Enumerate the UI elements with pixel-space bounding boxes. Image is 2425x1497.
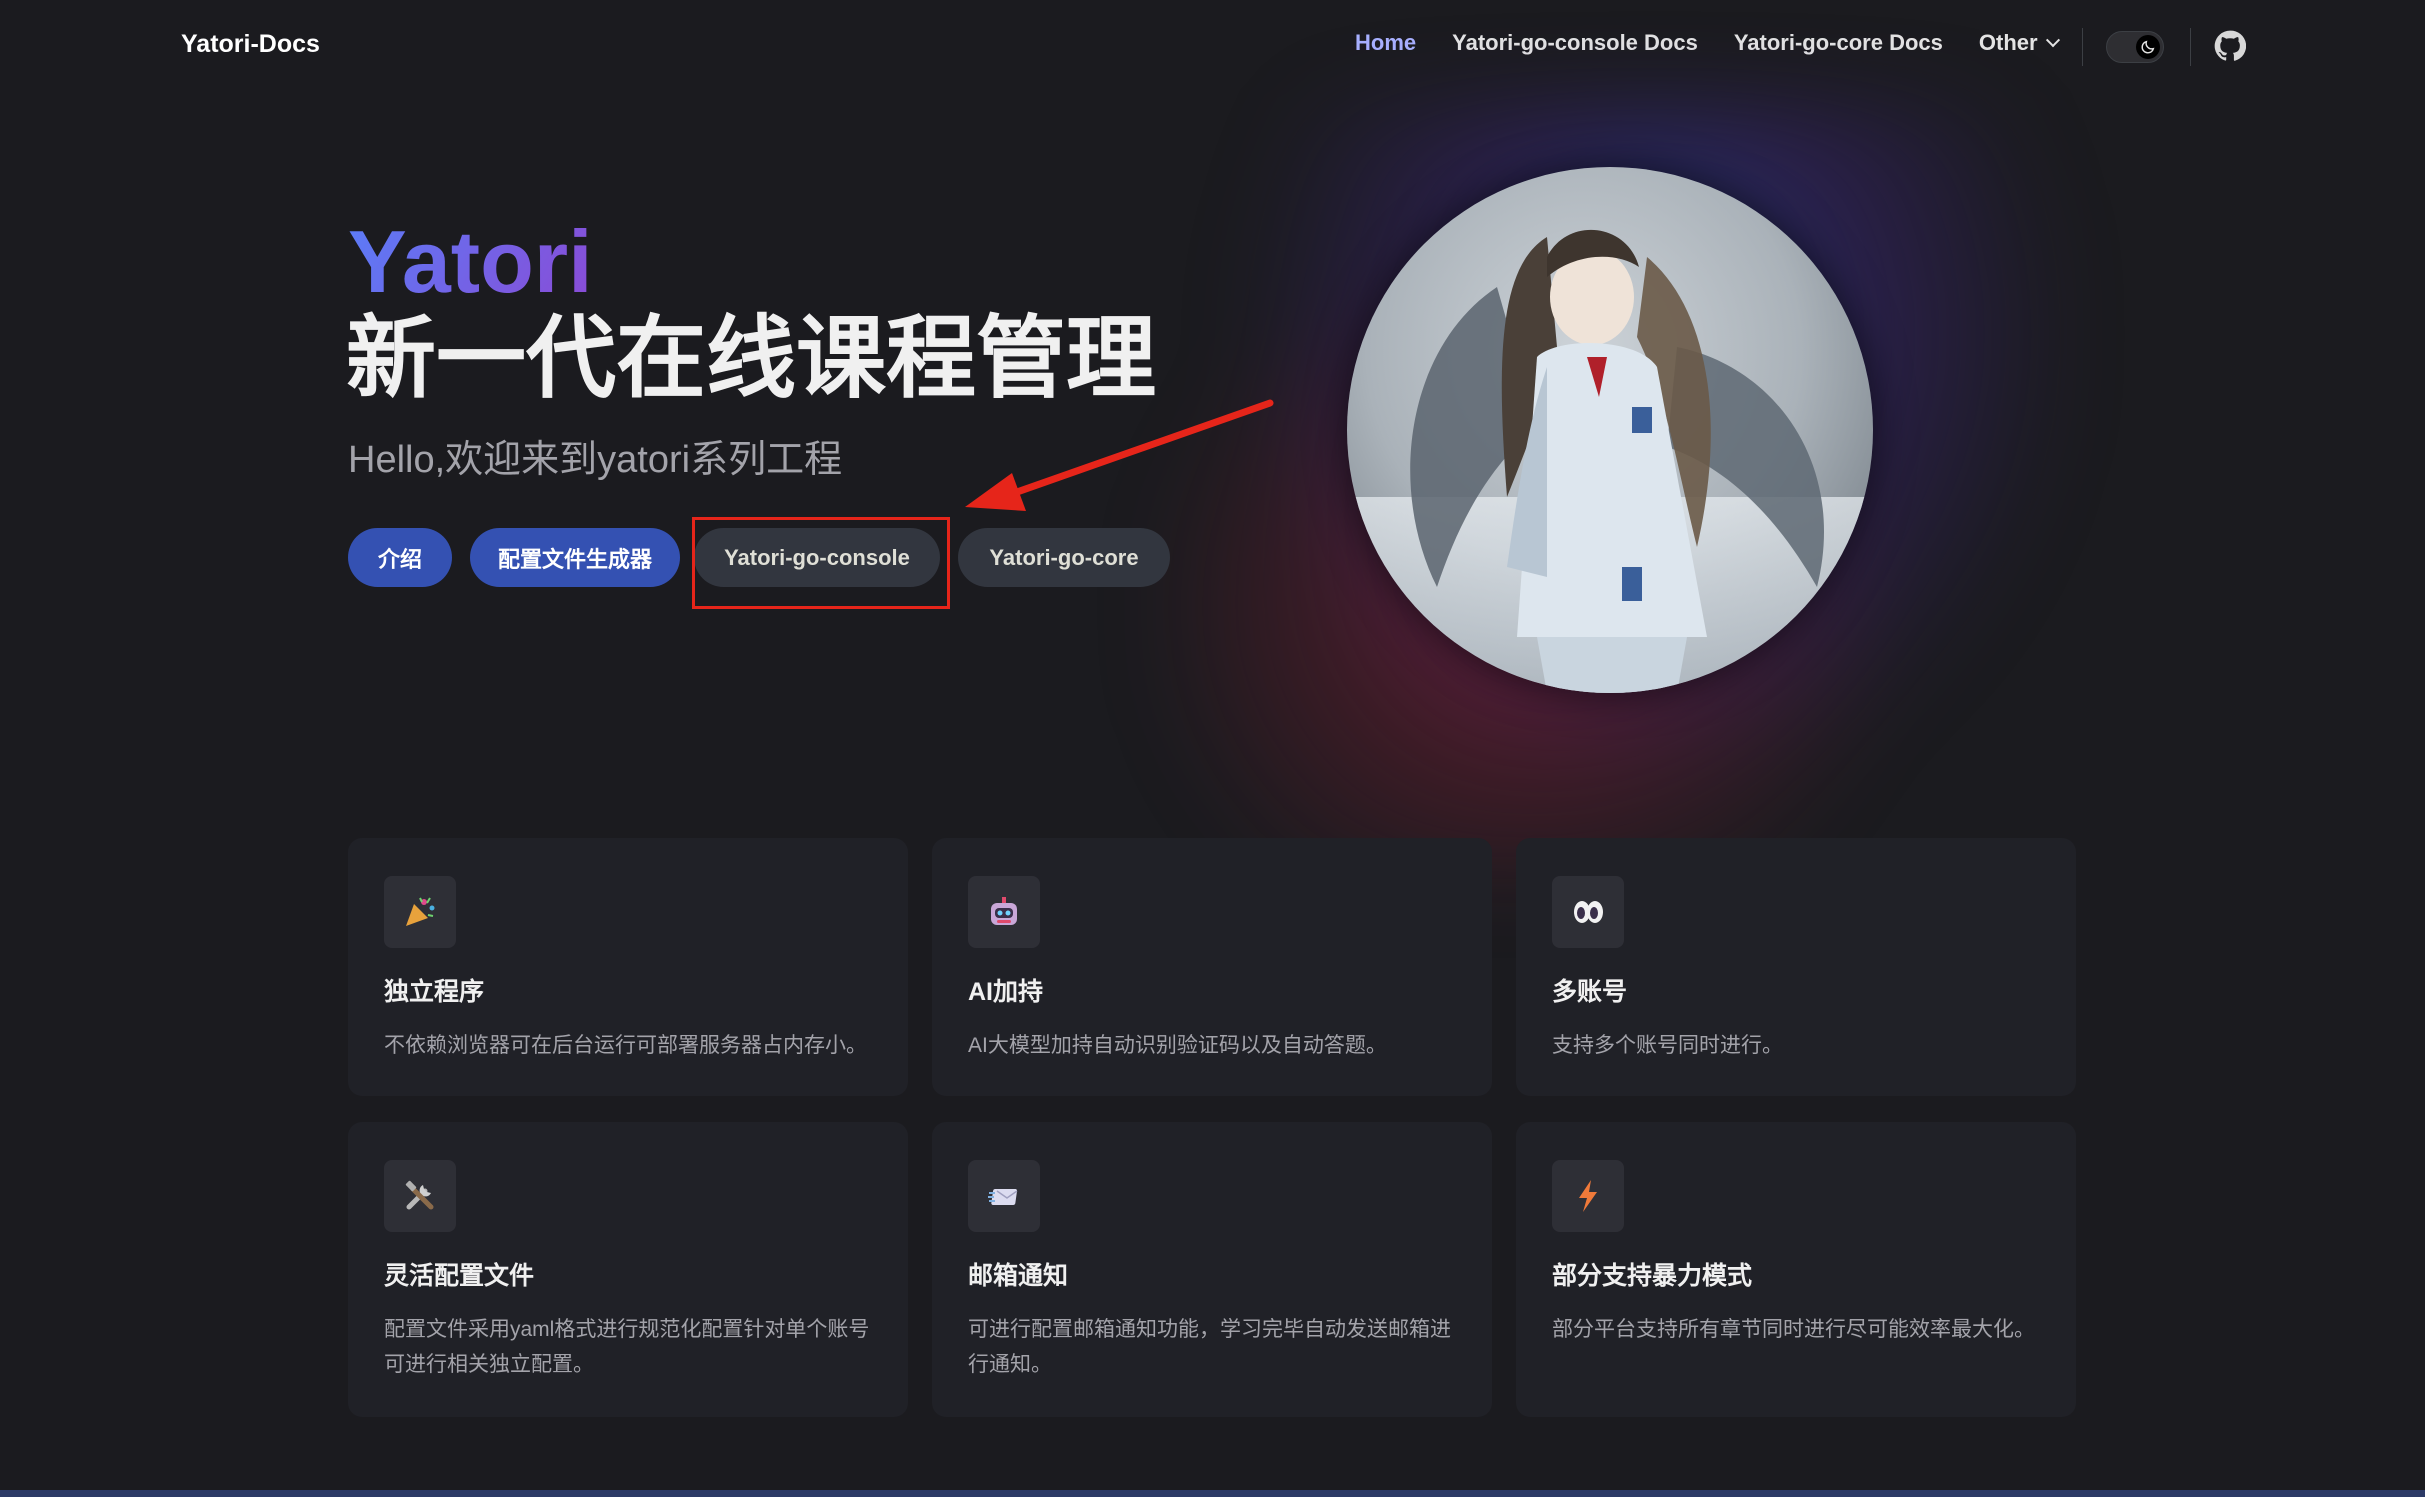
nav-link-core-docs[interactable]: Yatori-go-core Docs bbox=[1734, 30, 1943, 56]
nav-dropdown-other[interactable]: Other bbox=[1978, 30, 2060, 56]
nav-link-home[interactable]: Home bbox=[1355, 30, 1416, 56]
highlight-annotation-box bbox=[692, 517, 950, 609]
hero-tagline: Hello,欢迎来到yatori系列工程 bbox=[348, 439, 843, 481]
bottom-edge-bar bbox=[0, 1490, 2425, 1497]
feature-card: AI加持 AI大模型加持自动识别验证码以及自动答题。 bbox=[932, 838, 1492, 1096]
nav-other-label: Other bbox=[1978, 30, 2038, 55]
feature-card: 独立程序 不依赖浏览器可在后台运行可部署服务器占内存小。 bbox=[348, 838, 908, 1096]
feature-card: 灵活配置文件 配置文件采用yaml格式进行规范化配置针对单个账号可进行相关独立配… bbox=[348, 1122, 908, 1417]
robot-icon bbox=[968, 876, 1040, 948]
feature-card: 邮箱通知 可进行配置邮箱通知功能，学习完毕自动发送邮箱进行通知。 bbox=[932, 1122, 1492, 1417]
dark-mode-toggle[interactable] bbox=[2106, 31, 2164, 63]
feature-description: 配置文件采用yaml格式进行规范化配置针对单个账号可进行相关独立配置。 bbox=[384, 1318, 870, 1376]
feature-description: 可进行配置邮箱通知功能，学习完毕自动发送邮箱进行通知。 bbox=[968, 1318, 1451, 1376]
chevron-down-icon bbox=[2045, 33, 2060, 48]
feature-description: AI大模型加持自动识别验证码以及自动答题。 bbox=[968, 1034, 1387, 1057]
intro-button[interactable]: 介绍 bbox=[348, 528, 452, 587]
yatori-go-core-button[interactable]: Yatori-go-core bbox=[958, 528, 1170, 587]
site-title-link[interactable]: Yatori-Docs bbox=[181, 30, 320, 59]
feature-description: 部分平台支持所有章节同时进行尽可能效率最大化。 bbox=[1552, 1318, 2035, 1341]
top-navbar: Yatori-Docs Home Yatori-go-console Docs … bbox=[0, 0, 2425, 96]
nav-divider bbox=[2190, 28, 2191, 66]
feature-description: 不依赖浏览器可在后台运行可部署服务器占内存小。 bbox=[384, 1034, 867, 1057]
feature-card: 多账号 支持多个账号同时进行。 bbox=[1516, 838, 2076, 1096]
tools-icon bbox=[384, 1160, 456, 1232]
config-generator-button[interactable]: 配置文件生成器 bbox=[470, 528, 680, 587]
party-popper-icon bbox=[384, 876, 456, 948]
eyes-icon bbox=[1552, 876, 1624, 948]
feature-title: 多账号 bbox=[1552, 978, 1628, 1006]
feature-description: 支持多个账号同时进行。 bbox=[1552, 1034, 1783, 1057]
moon-icon bbox=[2136, 35, 2160, 59]
feature-title: 灵活配置文件 bbox=[384, 1262, 535, 1290]
github-icon[interactable] bbox=[2214, 30, 2247, 62]
feature-title: AI加持 bbox=[968, 978, 1044, 1006]
annotation-arrow-icon bbox=[965, 399, 1274, 511]
nav-link-console-docs[interactable]: Yatori-go-console Docs bbox=[1452, 30, 1698, 56]
nav-links: Home Yatori-go-console Docs Yatori-go-co… bbox=[1355, 30, 2060, 56]
hero-name: Yatori bbox=[348, 212, 593, 311]
lightning-icon bbox=[1552, 1160, 1624, 1232]
email-icon bbox=[968, 1160, 1040, 1232]
feature-title: 独立程序 bbox=[384, 978, 485, 1006]
feature-card: 部分支持暴力模式 部分平台支持所有章节同时进行尽可能效率最大化。 bbox=[1516, 1122, 2076, 1417]
feature-title: 邮箱通知 bbox=[968, 1262, 1069, 1290]
nav-divider bbox=[2082, 28, 2083, 66]
feature-title: 部分支持暴力模式 bbox=[1552, 1262, 1753, 1290]
hero-avatar-image bbox=[1347, 167, 1873, 693]
